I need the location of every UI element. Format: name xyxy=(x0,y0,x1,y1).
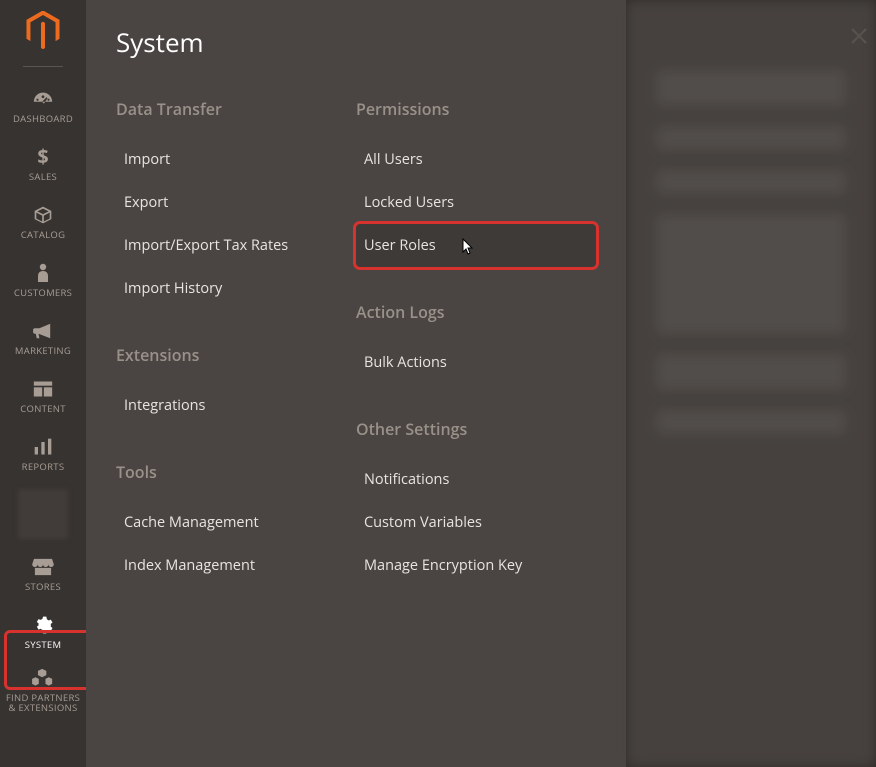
system-flyout-panel: System Data Transfer Import Export Impor… xyxy=(86,0,626,767)
link-custom-variables[interactable]: Custom Variables xyxy=(356,501,596,544)
background-blurred xyxy=(626,0,876,767)
flyout-column-2: Permissions All Users Locked Users User … xyxy=(356,90,596,587)
link-user-roles[interactable]: User Roles xyxy=(356,224,596,267)
link-export[interactable]: Export xyxy=(116,181,356,224)
sidebar-item-label: CONTENT xyxy=(16,404,70,414)
dollar-icon: $ xyxy=(36,146,50,168)
magento-logo[interactable] xyxy=(23,10,63,50)
link-manage-encryption-key[interactable]: Manage Encryption Key xyxy=(356,544,596,587)
link-all-users[interactable]: All Users xyxy=(356,138,596,181)
flyout-column-1: Data Transfer Import Export Import/Expor… xyxy=(116,90,356,587)
sidebar-item-content[interactable]: CONTENT xyxy=(0,367,86,425)
sidebar-item-customers[interactable]: CUSTOMERS xyxy=(0,251,86,309)
svg-text:$: $ xyxy=(37,146,48,168)
sidebar-item-stores[interactable]: STORES xyxy=(0,545,86,603)
link-import-export-tax-rates[interactable]: Import/Export Tax Rates xyxy=(116,224,356,267)
section-other-settings: Other Settings xyxy=(356,418,596,440)
sidebar-item-label: FIND PARTNERS & EXTENSIONS xyxy=(0,693,86,714)
sidebar-item-sales[interactable]: $ SALES xyxy=(0,135,86,193)
section-action-logs: Action Logs xyxy=(356,301,596,323)
sidebar-item-dashboard[interactable]: DASHBOARD xyxy=(0,77,86,135)
sidebar-item-label: MARKETING xyxy=(11,346,75,356)
section-extensions: Extensions xyxy=(116,344,356,366)
link-import[interactable]: Import xyxy=(116,138,356,181)
megaphone-icon xyxy=(32,320,54,342)
layout-icon xyxy=(33,378,53,400)
sidebar-divider xyxy=(23,66,63,67)
gauge-icon xyxy=(32,88,54,110)
section-data-transfer: Data Transfer xyxy=(116,98,356,120)
bars-icon xyxy=(33,436,53,458)
storefront-icon xyxy=(32,556,54,578)
link-user-roles-label: User Roles xyxy=(364,236,436,255)
sidebar-item-label: CATALOG xyxy=(17,230,70,240)
link-bulk-actions[interactable]: Bulk Actions xyxy=(356,341,596,384)
flyout-title: System xyxy=(116,24,596,60)
sidebar-item-label: REPORTS xyxy=(18,462,69,472)
cubes-icon xyxy=(32,667,54,689)
sidebar-item-catalog[interactable]: CATALOG xyxy=(0,193,86,251)
link-locked-users[interactable]: Locked Users xyxy=(356,181,596,224)
sidebar-item-label: SYSTEM xyxy=(21,640,66,650)
sidebar-spacer xyxy=(18,489,68,539)
sidebar-item-marketing[interactable]: MARKETING xyxy=(0,309,86,367)
admin-sidebar: DASHBOARD $ SALES CATALOG CUSTOMERS MARK… xyxy=(0,0,86,767)
sidebar-item-label: DASHBOARD xyxy=(9,114,77,124)
link-notifications[interactable]: Notifications xyxy=(356,458,596,501)
cursor-pointer-icon xyxy=(460,238,476,258)
section-tools: Tools xyxy=(116,461,356,483)
sidebar-item-label: SALES xyxy=(25,172,61,182)
sidebar-item-find-partners[interactable]: FIND PARTNERS & EXTENSIONS xyxy=(0,661,86,719)
link-index-management[interactable]: Index Management xyxy=(116,544,356,587)
sidebar-item-system[interactable]: SYSTEM xyxy=(0,603,86,661)
link-cache-management[interactable]: Cache Management xyxy=(116,501,356,544)
sidebar-item-label: CUSTOMERS xyxy=(10,288,76,298)
sidebar-item-reports[interactable]: REPORTS xyxy=(0,425,86,483)
person-icon xyxy=(36,262,50,284)
link-integrations[interactable]: Integrations xyxy=(116,384,356,427)
box-icon xyxy=(33,204,53,226)
link-import-history[interactable]: Import History xyxy=(116,267,356,310)
sidebar-item-label: STORES xyxy=(21,582,65,592)
gear-icon xyxy=(33,614,53,636)
section-permissions: Permissions xyxy=(356,98,596,120)
